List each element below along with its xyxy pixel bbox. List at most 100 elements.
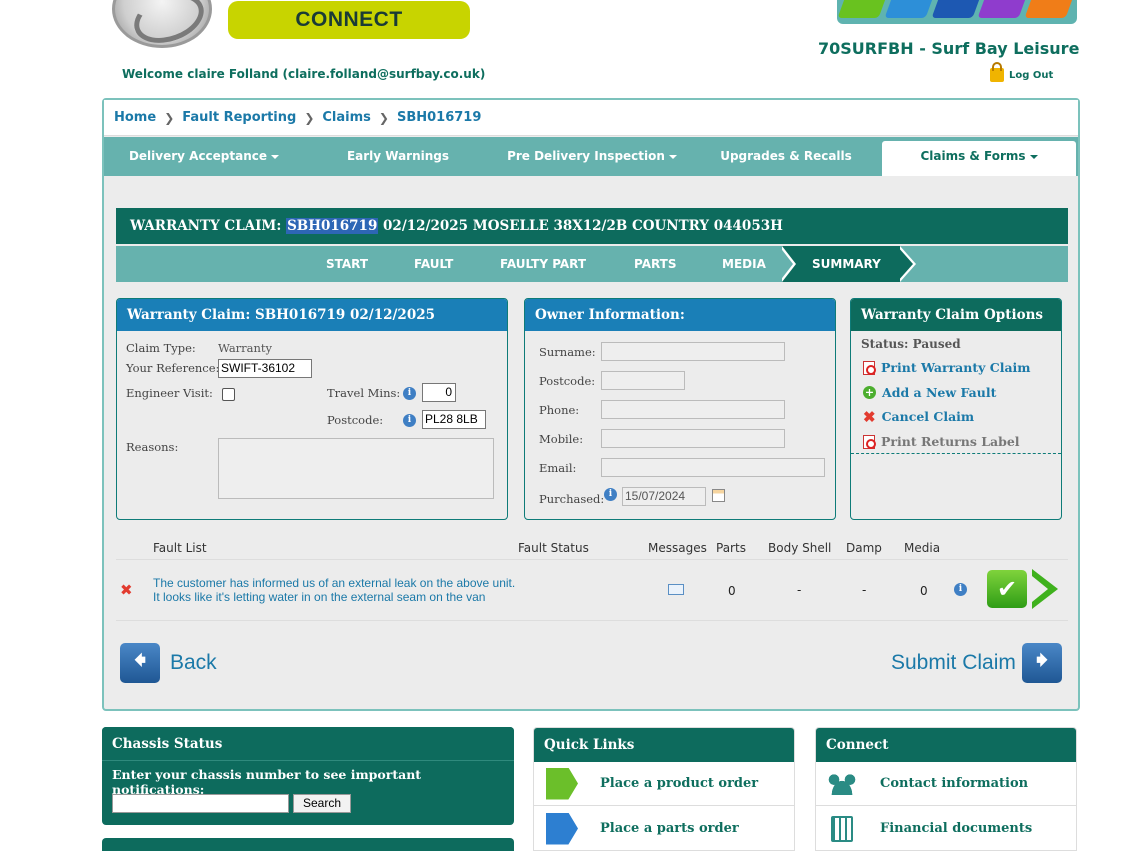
connect-link-label: Contact information bbox=[880, 776, 1029, 791]
mobile-input[interactable] bbox=[601, 429, 785, 448]
surname-label: Surname: bbox=[539, 345, 596, 359]
email-label: Email: bbox=[539, 461, 577, 475]
breadcrumb-chevron-icon: ❯ bbox=[164, 110, 175, 125]
step-parts[interactable]: PARTS bbox=[634, 246, 677, 282]
step-start[interactable]: START bbox=[326, 246, 368, 282]
breadcrumb: Home ❯ Fault Reporting ❯ Claims ❯ SBH016… bbox=[104, 100, 1078, 136]
reference-label: Your Reference: bbox=[126, 361, 220, 375]
submit-claim-button[interactable]: 🠺 bbox=[1022, 643, 1062, 683]
chevron-right-icon-inner bbox=[1032, 576, 1048, 602]
quick-link-label: Place a product order bbox=[600, 776, 759, 791]
connect-link-label: Financial documents bbox=[880, 821, 1033, 836]
breadcrumb-chevron-icon: ❯ bbox=[304, 110, 315, 125]
breadcrumb-home[interactable]: Home bbox=[114, 110, 156, 125]
claim-steps: START FAULT FAULTY PART PARTS MEDIA SUMM… bbox=[116, 246, 1068, 282]
envelope-icon[interactable] bbox=[668, 584, 684, 595]
main-nav: Delivery Acceptance Early Warnings Pre D… bbox=[104, 137, 1078, 176]
print-returns-label-link[interactable]: Print Returns Label bbox=[863, 434, 1020, 449]
postcode-input[interactable]: PL28 8LB bbox=[422, 410, 486, 429]
tab-early-warnings[interactable]: Early Warnings bbox=[304, 137, 492, 176]
phone-input[interactable] bbox=[601, 400, 785, 419]
caravan-icon bbox=[546, 767, 578, 800]
app-icon-green[interactable] bbox=[837, 0, 890, 18]
travel-mins-label: Travel Mins: bbox=[327, 386, 401, 400]
print-warranty-claim-link[interactable]: Print Warranty Claim bbox=[863, 360, 1031, 375]
col-media: Media bbox=[904, 541, 941, 555]
info-icon[interactable]: i bbox=[403, 414, 416, 427]
brand-logo bbox=[112, 0, 212, 48]
parts-count: 0 bbox=[728, 584, 736, 598]
tab-label: Claims & Forms bbox=[920, 149, 1026, 163]
tab-label: Early Warnings bbox=[346, 149, 450, 163]
back-button[interactable]: 🠸 bbox=[120, 643, 160, 683]
breadcrumb-fault-reporting[interactable]: Fault Reporting bbox=[182, 110, 296, 125]
tab-delivery-acceptance[interactable]: Delivery Acceptance bbox=[104, 137, 304, 176]
owner-information-box: Owner Information: Surname: Postcode: Ph… bbox=[524, 298, 836, 520]
quick-links-box: Quick Links Place a product order Place … bbox=[533, 727, 795, 851]
info-icon[interactable]: i bbox=[403, 387, 416, 400]
option-label: Cancel Claim bbox=[881, 409, 975, 424]
connect-badge: CONNECT bbox=[228, 1, 470, 39]
chassis-status-title: Chassis Status bbox=[102, 727, 514, 761]
info-icon[interactable]: i bbox=[954, 583, 967, 596]
step-faulty-part[interactable]: FAULTY PART bbox=[500, 246, 586, 282]
search-button[interactable]: Search bbox=[293, 794, 351, 813]
reasons-textarea[interactable] bbox=[218, 438, 494, 499]
caret-down-icon bbox=[271, 154, 280, 159]
purchased-input[interactable]: 15/07/2024 bbox=[622, 487, 706, 506]
quick-links-title: Quick Links bbox=[534, 728, 794, 762]
connect-financial-documents[interactable]: Financial documents bbox=[816, 807, 1076, 851]
breadcrumb-current[interactable]: SBH016719 bbox=[397, 110, 481, 125]
info-icon[interactable]: i bbox=[604, 488, 617, 501]
breadcrumb-chevron-icon: ❯ bbox=[378, 110, 389, 125]
check-icon[interactable]: ✔ bbox=[987, 570, 1027, 608]
logout-link[interactable]: Log Out bbox=[990, 62, 1054, 82]
calendar-icon[interactable] bbox=[712, 489, 725, 502]
arrow-left-icon: 🠸 bbox=[133, 645, 147, 674]
reference-input[interactable]: SWIFT-36102 bbox=[218, 359, 312, 378]
main-panel: Home ❯ Fault Reporting ❯ Claims ❯ SBH016… bbox=[102, 98, 1080, 711]
travel-mins-input[interactable]: 0 bbox=[422, 383, 456, 402]
quick-link-parts-order[interactable]: Place a parts order bbox=[534, 807, 794, 851]
truck-icon bbox=[546, 812, 578, 845]
cancel-claim-link[interactable]: ✖ Cancel Claim bbox=[863, 409, 974, 424]
fault-description-line2[interactable]: It looks like it's letting water in on t… bbox=[153, 590, 485, 604]
claim-header-prefix: WARRANTY CLAIM: bbox=[130, 218, 287, 234]
breadcrumb-claims[interactable]: Claims bbox=[322, 110, 371, 125]
step-fault[interactable]: FAULT bbox=[414, 246, 453, 282]
connect-contact-information[interactable]: Contact information bbox=[816, 762, 1076, 806]
tab-claims-forms[interactable]: Claims & Forms bbox=[882, 141, 1076, 176]
postcode-label: Postcode: bbox=[327, 413, 384, 427]
chassis-input[interactable] bbox=[112, 794, 289, 813]
engineer-visit-checkbox[interactable] bbox=[222, 388, 235, 401]
email-input[interactable] bbox=[601, 458, 825, 477]
app-icon-orange[interactable] bbox=[1024, 0, 1077, 18]
submit-claim-label[interactable]: Submit Claim bbox=[891, 651, 1016, 675]
pdf-icon bbox=[863, 434, 876, 449]
owner-postcode-input[interactable] bbox=[601, 371, 685, 390]
tab-upgrades-recalls[interactable]: Upgrades & Recalls bbox=[692, 137, 880, 176]
quick-link-product-order[interactable]: Place a product order bbox=[534, 762, 794, 806]
options-divider bbox=[851, 453, 1061, 454]
fault-description-line1[interactable]: The customer has informed us of an exter… bbox=[153, 576, 515, 590]
app-icon-purple[interactable] bbox=[977, 0, 1030, 18]
reasons-label: Reasons: bbox=[126, 440, 179, 454]
claim-type-label: Claim Type: bbox=[126, 341, 196, 355]
app-icon-blue[interactable] bbox=[884, 0, 937, 18]
app-icon-navy[interactable] bbox=[931, 0, 983, 18]
step-media[interactable]: MEDIA bbox=[722, 246, 766, 282]
plus-icon: + bbox=[863, 386, 876, 399]
options-title: Warranty Claim Options bbox=[851, 299, 1061, 331]
top-app-icons bbox=[837, 0, 1077, 24]
connect-box: Connect Contact information Financial do… bbox=[815, 727, 1077, 851]
logout-label: Log Out bbox=[1009, 69, 1054, 81]
surname-input[interactable] bbox=[601, 342, 785, 361]
add-new-fault-link[interactable]: + Add a New Fault bbox=[863, 385, 996, 400]
back-label[interactable]: Back bbox=[170, 651, 217, 675]
step-summary[interactable]: SUMMARY bbox=[782, 246, 900, 282]
claim-header: WARRANTY CLAIM: SBH016719 02/12/2025 MOS… bbox=[116, 208, 1068, 244]
tab-pre-delivery-inspection[interactable]: Pre Delivery Inspection bbox=[492, 137, 692, 176]
purchased-label: Purchased: bbox=[539, 492, 605, 506]
tab-label: Pre Delivery Inspection bbox=[507, 149, 665, 163]
delete-fault-icon[interactable]: ✖ bbox=[120, 583, 133, 598]
